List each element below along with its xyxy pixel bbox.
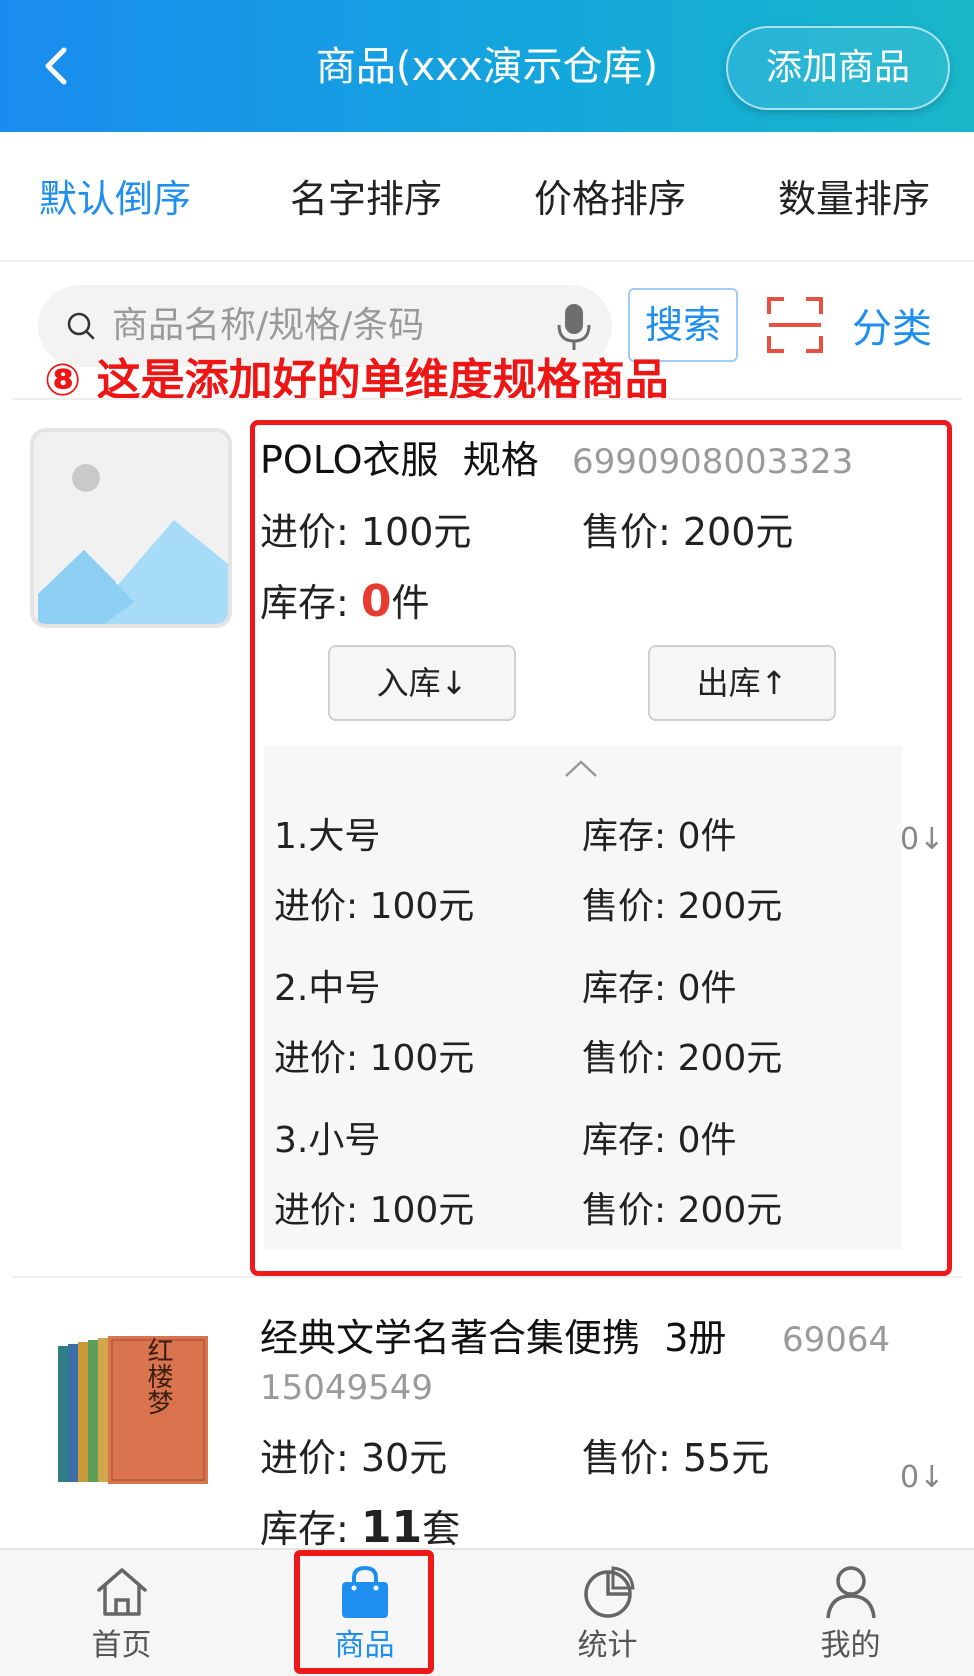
variant-stock: 库存: 0件 [582,816,737,857]
tab-home[interactable]: 首页 [0,1550,243,1676]
app-header: 商品(xxx演示仓库) 添加商品 [0,0,974,132]
product-barcode: 6990908003323 [572,442,854,482]
user-icon [826,1566,876,1619]
variant-name: 3.小号 [274,1120,381,1161]
tab-label: 统计 [577,1628,638,1663]
divider [12,1276,962,1278]
side-count[interactable]: 0↓ [900,1456,944,1500]
variant-stock: 库存: 0件 [582,1120,737,1161]
add-product-button[interactable]: 添加商品 [726,26,950,110]
purchase-price: 进价: 100元 [260,510,472,554]
product-barcode-continued: 15049549 [260,1368,434,1408]
variant-sale-price: 售价: 200元 [582,1190,783,1231]
variant-purchase-price: 进价: 100元 [274,1190,475,1231]
tab-sort-price[interactable]: 价格排序 [510,174,710,224]
purchase-price: 进价: 30元 [260,1436,448,1480]
annotation-step-label: ⑧ 这是添加好的单维度规格商品 [44,355,669,406]
tab-label: 首页 [91,1628,152,1663]
search-placeholder: 商品名称/规格/条码 [112,305,425,346]
shopping-bag-icon [342,1565,388,1618]
bottom-tab-bar: 首页 商品 统计 我的 [0,1548,974,1676]
stock-value: 11 [360,1502,423,1553]
sale-price: 售价: 55元 [582,1436,770,1480]
home-icon [97,1568,147,1616]
tab-sort-quantity[interactable]: 数量排序 [754,174,954,224]
search-button[interactable]: 搜索 [628,288,738,362]
product-name: 经典文学名著合集便携 3册 [260,1316,727,1360]
stock-out-button[interactable]: 出库↑ [648,645,836,721]
variant-purchase-price: 进价: 100元 [274,886,475,927]
sort-tabs: 默认倒序 名字排序 价格排序 数量排序 [0,132,974,262]
tab-mine[interactable]: 我的 [729,1550,972,1676]
variant-name: 2.中号 [274,968,381,1009]
category-link[interactable]: 分类 [852,302,932,356]
variant-name: 1.大号 [274,816,381,857]
variant-stock: 库存: 0件 [582,968,737,1009]
product-image[interactable]: 红楼梦 [52,1336,214,1486]
image-placeholder-icon [38,464,228,624]
divider [12,398,962,400]
sale-price: 售价: 200元 [582,510,794,554]
tab-statistics[interactable]: 统计 [486,1550,729,1676]
book-cover-title: 红楼梦 [143,1337,173,1415]
search-icon [67,312,95,340]
microphone-icon[interactable] [552,301,596,353]
product-image-placeholder[interactable] [30,428,232,628]
product-name: POLO衣服 规格 [260,438,539,482]
side-count[interactable]: 0↓ [900,818,944,862]
chevron-up-icon[interactable] [562,756,600,780]
scan-icon[interactable] [766,296,824,354]
stock-info: 库存: 0件 [260,576,430,627]
stock-in-button[interactable]: 入库↓ [328,645,516,721]
variant-purchase-price: 进价: 100元 [274,1038,475,1079]
tab-sort-name[interactable]: 名字排序 [266,174,466,224]
product-barcode: 69064 [782,1320,891,1360]
pie-chart-icon [584,1566,635,1618]
variant-sale-price: 售价: 200元 [582,886,783,927]
tab-default-desc[interactable]: 默认倒序 [15,174,215,224]
tab-label: 我的 [820,1628,881,1663]
tab-label: 商品 [334,1628,395,1663]
stock-value: 0 [360,576,392,627]
tab-products[interactable]: 商品 [243,1550,486,1676]
variant-sale-price: 售价: 200元 [582,1038,783,1079]
